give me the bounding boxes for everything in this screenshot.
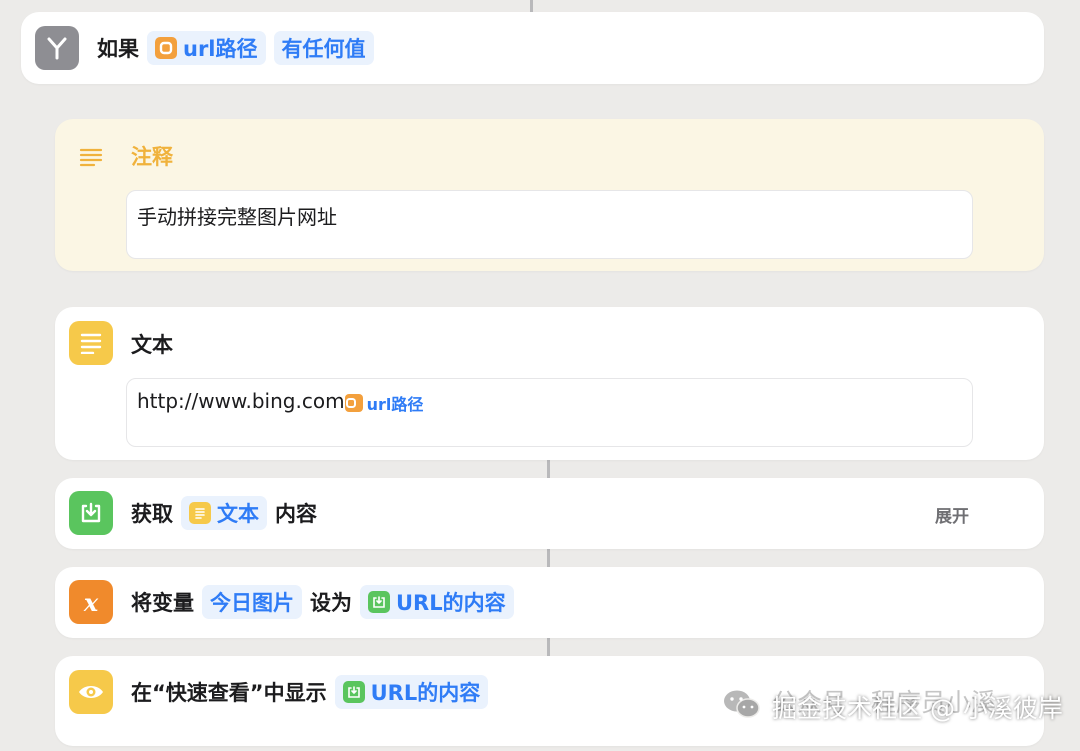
text-content-field[interactable]: http://www.bing.com url路径	[126, 378, 973, 447]
condition-token[interactable]: 有任何值	[273, 31, 374, 65]
comment-action-card[interactable]: 注释 手动拼接完整图片网址	[55, 119, 1044, 271]
if-action-card[interactable]: 如果 url路径 有任何值	[21, 12, 1044, 84]
text-doc-icon	[189, 502, 211, 524]
text-content-url: http://www.bing.com	[137, 389, 345, 413]
flow-connector	[547, 460, 550, 478]
download-icon	[69, 491, 113, 535]
flow-connector	[530, 0, 533, 12]
variable-icon	[155, 37, 177, 59]
text-action-card[interactable]: 文本 http://www.bing.com url路径	[55, 307, 1044, 460]
variable-x-icon: x	[69, 580, 113, 624]
wechat-icon	[722, 688, 762, 726]
comment-text: 手动拼接完整图片网址	[137, 205, 337, 229]
comment-lines-icon	[79, 147, 103, 171]
download-icon	[368, 591, 390, 613]
download-icon	[342, 681, 365, 703]
expand-button[interactable]: 展开	[935, 502, 969, 527]
flow-connector	[547, 638, 550, 656]
url-path-variable-token[interactable]: url路径	[147, 31, 266, 65]
if-label: 如果	[97, 37, 139, 61]
inline-token-label: url路径	[366, 394, 424, 414]
variable-icon	[344, 393, 363, 412]
watermark: 公众号 · 程序员小溪 掘金技术社区 @ 小溪彼岸	[722, 688, 1063, 726]
url-contents-token[interactable]: URL的内容	[360, 585, 514, 619]
inline-url-path-token[interactable]: url路径	[344, 391, 424, 415]
url-contents-token[interactable]: URL的内容	[334, 675, 489, 709]
set-to-label: 设为	[310, 591, 352, 615]
eye-icon	[69, 670, 113, 714]
watermark-main-text: 掘金技术社区 @ 小溪彼岸	[772, 694, 1063, 723]
get-label: 获取	[131, 502, 173, 526]
variable-name-token[interactable]: 今日图片	[202, 585, 302, 619]
comment-title: 注释	[131, 145, 173, 169]
flow-connector	[547, 549, 550, 567]
content-label: 内容	[275, 502, 317, 526]
comment-text-field[interactable]: 手动拼接完整图片网址	[126, 190, 973, 259]
text-action-title: 文本	[131, 333, 173, 357]
url-contents-label: URL的内容	[370, 681, 481, 705]
text-source-token[interactable]: 文本	[181, 496, 267, 530]
url-contents-label: URL的内容	[396, 591, 506, 615]
get-contents-action-card[interactable]: 获取 文本 内容 展开	[55, 478, 1044, 549]
quick-look-label: 在“快速查看”中显示	[131, 681, 327, 705]
text-source-label: 文本	[217, 502, 259, 526]
url-path-token-label: url路径	[183, 37, 258, 61]
set-variable-action-card[interactable]: x 将变量 今日图片 设为 URL的内容	[55, 567, 1044, 638]
if-branch-icon	[35, 26, 79, 70]
text-doc-icon	[69, 321, 113, 365]
set-variable-label: 将变量	[131, 591, 194, 615]
